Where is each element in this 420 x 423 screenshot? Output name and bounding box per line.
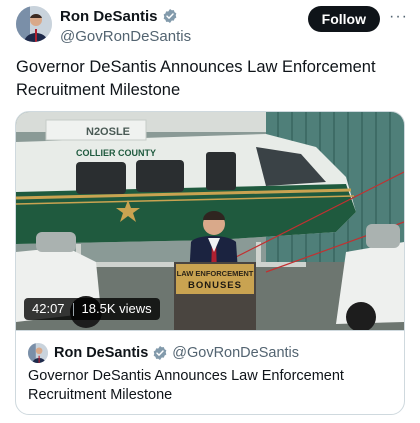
video-duration-badge: 42:07 18.5K views	[24, 298, 160, 320]
tweet-text: Governor DeSantis Announces Law Enforcem…	[16, 58, 376, 99]
tweet-header: Ron DeSantis @GovRonDeSantis Follow ···	[16, 6, 408, 46]
author-avatar[interactable]	[16, 6, 52, 42]
video-views: 18.5K views	[81, 301, 152, 316]
quoted-post[interactable]: Ron DeSantis @GovRonDeSantis Governor De…	[16, 330, 404, 414]
divider	[72, 302, 74, 316]
quoted-verified-badge-icon	[152, 345, 168, 361]
video-player[interactable]: N2OSLE COLLIER COUNTY LAW ENFORCEMENT BO…	[16, 112, 404, 330]
author-name[interactable]: Ron DeSantis	[60, 8, 158, 25]
verified-badge-icon	[162, 8, 178, 24]
more-options-icon[interactable]: ···	[389, 9, 408, 25]
helicopter-side-text: COLLIER COUNTY	[76, 148, 156, 158]
quoted-author-handle[interactable]: @GovRonDeSantis	[172, 345, 299, 361]
quoted-author-avatar[interactable]	[28, 343, 48, 363]
quoted-post-card[interactable]: N2OSLE COLLIER COUNTY LAW ENFORCEMENT BO…	[15, 111, 405, 415]
podium-line1: LAW ENFORCEMENT	[177, 269, 254, 278]
author-handle[interactable]: @GovRonDeSantis	[60, 28, 191, 45]
follow-button[interactable]: Follow	[307, 6, 380, 32]
quoted-author-name[interactable]: Ron DeSantis	[54, 345, 148, 361]
podium-line2: BONUSES	[188, 280, 242, 291]
quoted-post-text: Governor DeSantis Announces Law Enforcem…	[28, 368, 344, 403]
tail-number-text: N2OSLE	[86, 126, 130, 138]
video-duration: 42:07	[32, 301, 65, 316]
